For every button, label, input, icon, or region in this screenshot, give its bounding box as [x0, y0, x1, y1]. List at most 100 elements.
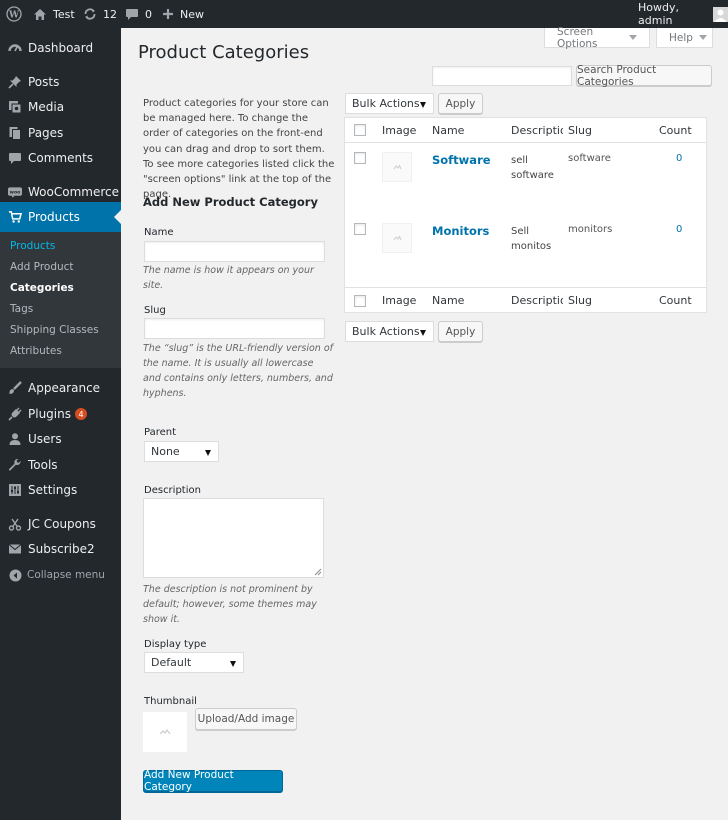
comments-link[interactable]: 0 [125, 0, 152, 28]
user-icon [8, 432, 22, 446]
cart-icon [8, 210, 22, 224]
submenu-tags[interactable]: Tags [10, 303, 33, 315]
bulk-actions-value: Bulk Actions [352, 97, 420, 110]
upload-image-button[interactable]: Upload/Add image [195, 708, 297, 730]
admin-bar: W Test 12 0 New Howdy, admin [0, 0, 728, 28]
select-all-checkbox[interactable] [354, 295, 366, 307]
collapse-menu-button[interactable]: Collapse menu [0, 560, 121, 590]
table-row: Software sell software software 0 [345, 144, 706, 215]
table-footer: Image Name Descriptio Slug Count [345, 287, 706, 312]
category-slug: monitors [568, 224, 613, 235]
column-slug[interactable]: Slug [568, 294, 592, 307]
bulk-actions-select-top[interactable]: Bulk Actions [345, 93, 434, 114]
bulk-actions-select-bottom[interactable]: Bulk Actions [345, 321, 434, 342]
new-content-link[interactable]: New [162, 0, 204, 28]
menu-item-dashboard[interactable]: Dashboard [0, 33, 121, 63]
table-row: Monitors Sell monitos monitors 0 [345, 215, 706, 286]
column-name[interactable]: Name [432, 294, 464, 307]
bulk-actions-value: Bulk Actions [352, 325, 420, 338]
media-icon [8, 100, 22, 114]
name-input[interactable] [144, 241, 325, 262]
thumbnail-label: Thumbnail [144, 696, 197, 707]
column-description[interactable]: Descriptio [511, 294, 563, 307]
admin-sidebar: Dashboard Posts Media Pages Comments woo… [0, 28, 121, 820]
categories-table: Image Name Descriptio Slug Count Softwar… [344, 117, 707, 313]
menu-label: Users [28, 432, 62, 446]
description-textarea[interactable] [143, 498, 324, 578]
menu-label: Posts [28, 75, 60, 89]
menu-label: Pages [28, 126, 64, 140]
column-image[interactable]: Image [382, 294, 416, 307]
parent-label: Parent [144, 427, 177, 438]
menu-label: Tools [28, 458, 58, 472]
site-name: Test [53, 7, 75, 21]
caret-down-icon [698, 35, 707, 40]
settings-sliders-icon [8, 483, 22, 497]
updates-icon [84, 8, 96, 20]
row-checkbox[interactable] [354, 152, 366, 164]
display-type-select[interactable]: Default [144, 652, 244, 673]
howdy-greeting: Howdy, admin [638, 1, 679, 27]
caret-down-icon [629, 35, 637, 40]
search-categories-button[interactable]: Search Product Categories [576, 64, 712, 88]
apply-button-top[interactable]: Apply [438, 93, 483, 114]
products-submenu: Products Add Product Categories Tags Shi… [0, 232, 121, 368]
menu-item-comments[interactable]: Comments [0, 143, 121, 173]
category-count-link[interactable]: 0 [676, 153, 682, 164]
dropdown-arrow-icon [205, 449, 211, 456]
resize-grip-icon[interactable] [314, 568, 322, 576]
wrench-icon [8, 458, 22, 472]
submenu-add-product[interactable]: Add Product [10, 261, 74, 273]
plugins-update-badge: 4 [74, 408, 87, 420]
category-name-link[interactable]: Monitors [432, 224, 489, 238]
column-count[interactable]: Count [659, 294, 692, 307]
name-help: The name is how it appears on your site. [143, 265, 314, 291]
dropdown-arrow-icon [420, 101, 426, 108]
row-checkbox[interactable] [354, 223, 366, 235]
wordpress-logo-icon[interactable]: W [6, 0, 22, 28]
placeholder-image-icon [393, 164, 401, 170]
updates-link[interactable]: 12 [83, 0, 117, 28]
menu-label: Settings [28, 483, 78, 497]
menu-label: Appearance [28, 381, 101, 395]
column-description[interactable]: Descriptio [511, 124, 563, 137]
menu-label: Products [28, 210, 80, 224]
help-button[interactable]: Help [656, 28, 713, 48]
site-name-link[interactable]: Test [33, 0, 75, 28]
menu-item-settings[interactable]: Settings [0, 475, 121, 505]
slug-input[interactable] [144, 318, 325, 339]
parent-selected-value: None [151, 445, 180, 458]
submenu-products[interactable]: Products [10, 240, 55, 252]
help-label: Help [669, 31, 693, 44]
screen-options-label: Screen Options [557, 25, 598, 50]
my-account-link[interactable]: Howdy, admin [638, 0, 728, 28]
pushpin-icon [8, 75, 22, 89]
column-count[interactable]: Count [659, 124, 692, 137]
menu-label: Plugins [28, 407, 71, 421]
parent-select[interactable]: None [144, 441, 219, 462]
add-new-category-button[interactable]: Add New Product Category [143, 769, 283, 793]
submenu-categories[interactable]: Categories [10, 282, 74, 294]
search-categories-input[interactable] [432, 66, 572, 86]
slug-label: Slug [144, 305, 166, 316]
envelope-icon [8, 542, 22, 556]
column-image[interactable]: Image [382, 124, 416, 137]
menu-label: WooCommerce [28, 185, 119, 199]
category-description: Sell monitos [511, 226, 552, 252]
category-image-placeholder [382, 152, 412, 182]
apply-button-bottom[interactable]: Apply [438, 321, 483, 342]
comments-icon [8, 151, 22, 165]
menu-label: Media [28, 100, 65, 114]
updates-count: 12 [103, 7, 117, 21]
column-slug[interactable]: Slug [568, 124, 592, 137]
category-count-link[interactable]: 0 [676, 224, 682, 235]
submenu-attributes[interactable]: Attributes [10, 345, 62, 357]
submenu-shipping-classes[interactable]: Shipping Classes [10, 324, 99, 336]
select-all-checkbox[interactable] [354, 124, 366, 136]
category-name-link[interactable]: Software [432, 153, 491, 167]
dashboard-icon [8, 41, 22, 55]
column-name[interactable]: Name [432, 124, 464, 137]
placeholder-image-icon [159, 728, 171, 735]
screen-options-button[interactable]: Screen Options [544, 25, 650, 50]
menu-item-products[interactable]: Products [0, 202, 121, 232]
